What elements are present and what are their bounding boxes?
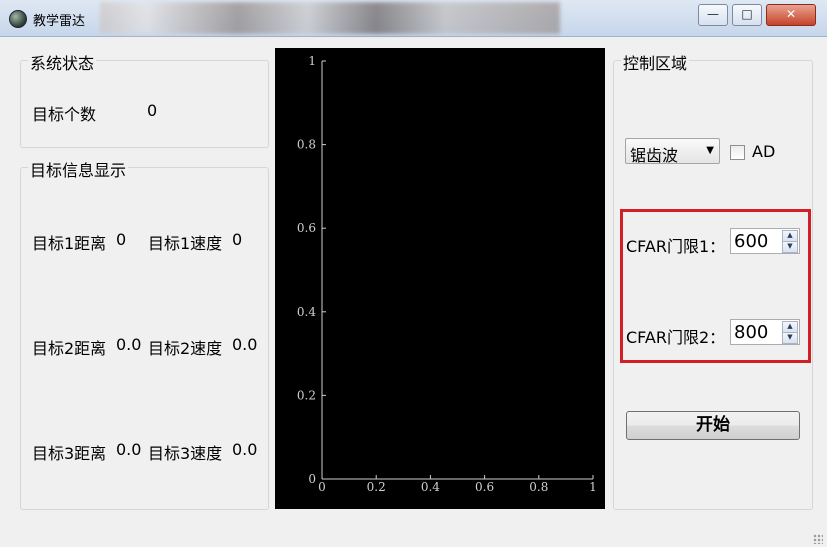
target2-speed-value: 0.0 [232,335,258,354]
y-tick-label: 0 [308,472,316,486]
y-tick-label: 1 [308,54,316,68]
cfar1-decrement-icon[interactable]: ▼ [782,241,798,253]
y-tick-label: 0.4 [297,305,316,319]
target2-speed-label: 目标2速度 [148,339,223,358]
ad-checkbox-label: AD [752,142,776,161]
radar-app-icon [9,10,27,28]
system-status-title: 系统状态 [28,50,97,74]
x-tick-label: 1 [589,480,597,494]
cfar2-decrement-icon[interactable]: ▼ [782,332,798,344]
cfar1-value: 600 [734,231,769,252]
cfar2-label: CFAR门限2： [626,328,726,347]
waveform-select[interactable]: 锯齿波 ▼ [625,138,720,165]
target1-speed-value: 0 [232,230,243,249]
resize-grip-icon[interactable] [813,534,823,544]
chevron-down-icon: ▼ [706,145,714,156]
close-button[interactable]: ✕ [766,4,816,26]
maximize-icon: □ [741,7,753,21]
target1-distance-value: 0 [116,230,127,249]
maximize-button[interactable]: □ [732,4,762,26]
minimize-button[interactable]: — [698,4,728,26]
x-tick-label: 0.6 [475,480,494,494]
target-info-title: 目标信息显示 [28,157,129,181]
x-tick-label: 0.4 [421,480,440,494]
target3-distance-label: 目标3距离 [32,444,107,463]
target-count-value: 0 [147,101,158,120]
cfar1-label: CFAR门限1： [626,237,726,256]
start-button[interactable]: 开始 [626,411,800,440]
waveform-select-value: 锯齿波 [630,146,679,165]
cfar2-value: 800 [734,322,769,343]
cfar2-spinbox[interactable]: 800 ▲ ▼ [730,319,800,345]
target-count-label: 目标个数 [32,105,97,124]
plot-axes: 0 0.2 0.4 0.6 0.8 1 0 0.2 0.4 0.6 0.8 1 [297,54,597,494]
y-tick-label: 0.6 [297,221,316,235]
target3-distance-value: 0.0 [116,440,142,459]
close-icon: ✕ [785,7,797,21]
minimize-icon: — [707,7,719,21]
target3-speed-label: 目标3速度 [148,444,223,463]
ad-checkbox[interactable] [730,145,745,160]
control-title: 控制区域 [621,50,690,74]
title-bar: 教学雷达 — □ ✕ [0,0,827,37]
background-window-bleed [100,2,560,34]
cfar1-spinbox[interactable]: 600 ▲ ▼ [730,228,800,254]
target1-speed-label: 目标1速度 [148,234,223,253]
target2-distance-value: 0.0 [116,335,142,354]
x-tick-label: 0.8 [529,480,548,494]
x-tick-label: 0 [318,480,326,494]
y-tick-label: 0.8 [297,138,316,152]
target3-speed-value: 0.0 [232,440,258,459]
radar-plot: 0 0.2 0.4 0.6 0.8 1 0 0.2 0.4 0.6 0.8 1 [275,48,605,509]
target1-distance-label: 目标1距离 [32,234,107,253]
y-tick-label: 0.2 [297,388,316,402]
target2-distance-label: 目标2距离 [32,339,107,358]
x-tick-label: 0.2 [367,480,386,494]
window-title: 教学雷达 [33,14,86,29]
